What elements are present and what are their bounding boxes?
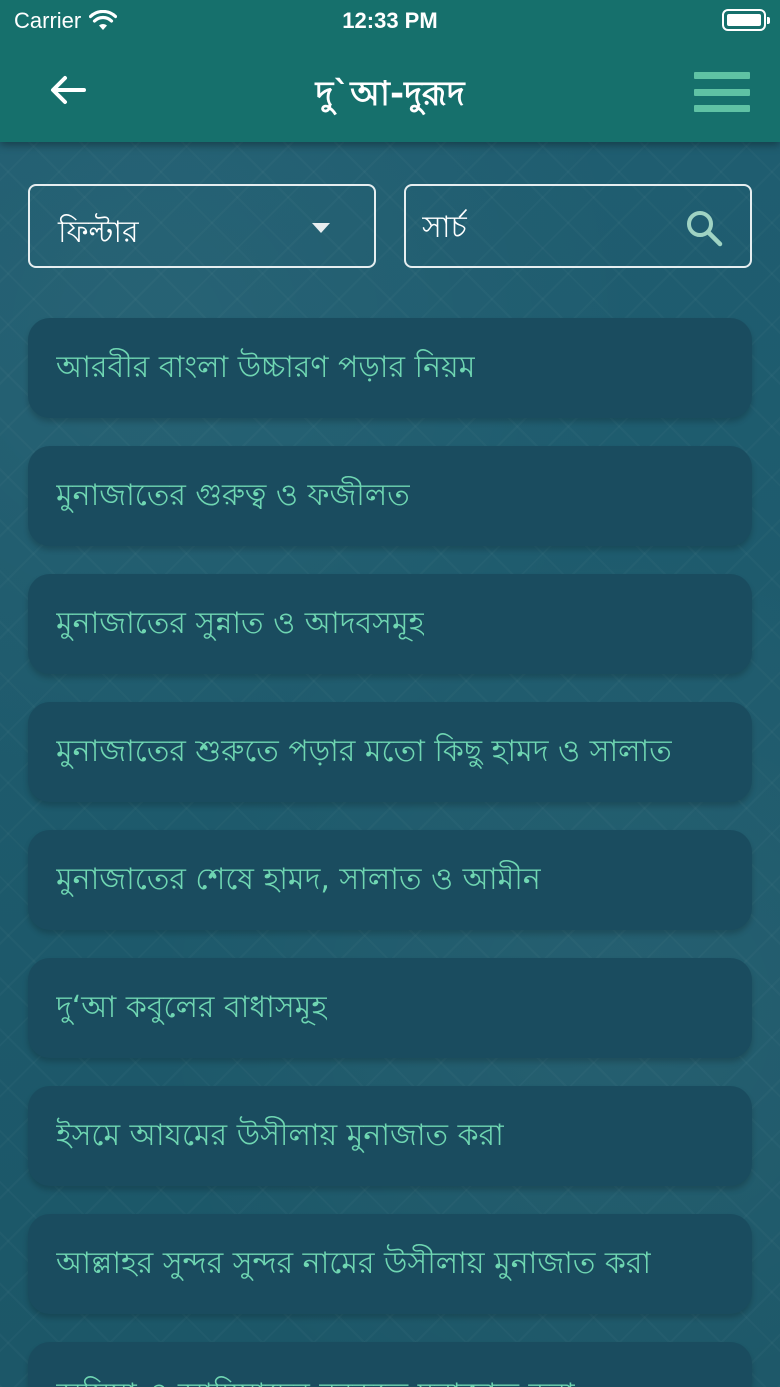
list-item-label: আল্লাহর সুন্দর সুন্দর নামের উসীলায় মুনা… — [56, 1245, 652, 1281]
back-button[interactable] — [40, 62, 96, 118]
list-item[interactable]: ইসমে আযমের উসীলায় মুনাজাত করা — [28, 1086, 752, 1186]
search-input[interactable] — [422, 200, 682, 254]
menu-bar-line — [694, 105, 750, 112]
list-item-label: মুনাজাতের শেষে হামদ, সালাত ও আমীন — [56, 861, 541, 897]
app-screen: Carrier 12:33 PM দু`আ-দুরূদ ফিল্টার সার্… — [0, 0, 780, 1387]
nav-bar: দু`আ-দুরূদ — [0, 40, 780, 142]
list-item-label: আরবীর বাংলা উচ্চারণ পড়ার নিয়ম — [56, 349, 476, 385]
page-title: দু`আ-দুরূদ — [315, 74, 465, 114]
app-header: Carrier 12:33 PM দু`আ-দুরূদ — [0, 0, 780, 142]
list-item-label: মুনাজাতের শুরুতে পড়ার মতো কিছু হামদ ও স… — [56, 733, 672, 769]
list-item-label: অসিয়া ও আম্বিয়াদের বরকতে মুনাজাত করা — [56, 1370, 575, 1387]
list-item[interactable]: মুনাজাতের সুন্নাত ও আদবসমূহ — [28, 574, 752, 674]
list-item[interactable]: মুনাজাতের শেষে হামদ, সালাত ও আমীন — [28, 830, 752, 930]
menu-bar-line — [694, 88, 750, 96]
list-item-label: মুনাজাতের সুন্নাত ও আদবসমূহ — [56, 605, 425, 641]
status-bar: Carrier 12:33 PM — [0, 0, 780, 40]
filter-label: ফিল্টার — [58, 215, 139, 250]
arrow-left-icon — [51, 76, 86, 104]
list-item[interactable]: অসিয়া ও আম্বিয়াদের বরকতে মুনাজাত করা — [28, 1342, 752, 1387]
search-box — [404, 184, 752, 268]
list-item-label: ইসমে আযমের উসীলায় মুনাজাত করা — [56, 1117, 504, 1153]
status-time: 12:33 PM — [342, 8, 438, 33]
list-item-label: মুনাজাতের গুরুত্ব ও ফজীলত — [56, 477, 410, 513]
list-item[interactable]: আল্লাহর সুন্দর সুন্দর নামের উসীলায় মুনা… — [28, 1214, 752, 1314]
filter-dropdown[interactable]: ফিল্টার — [28, 184, 376, 268]
list-item[interactable]: আরবীর বাংলা উচ্চারণ পড়ার নিয়ম — [28, 318, 752, 418]
battery-icon — [722, 9, 770, 31]
list-item[interactable]: মুনাজাতের গুরুত্ব ও ফজীলত — [28, 446, 752, 546]
search-icon[interactable] — [684, 208, 724, 248]
hamburger-menu-icon[interactable] — [694, 70, 750, 114]
list-item[interactable]: মুনাজাতের শুরুতে পড়ার মতো কিছু হামদ ও স… — [28, 702, 752, 802]
list-item[interactable]: দু‘আ কবুলের বাধাসমূহ — [28, 958, 752, 1058]
menu-bar-line — [694, 72, 750, 79]
chevron-down-icon — [312, 223, 330, 233]
list-item-label: দু‘আ কবুলের বাধাসমূহ — [56, 989, 328, 1025]
